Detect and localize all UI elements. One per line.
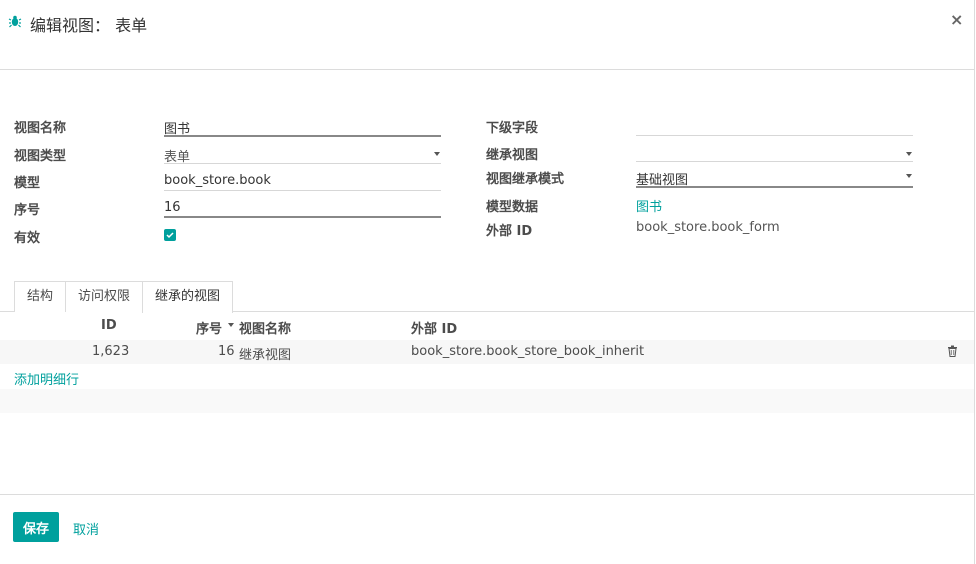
footer-rule (0, 494, 974, 495)
add-line-link[interactable]: 添加明细行 (14, 369, 79, 388)
sort-desc-icon (228, 323, 234, 327)
table-filler-row (0, 389, 974, 413)
col-header-external-id[interactable]: 外部 ID (411, 318, 457, 337)
caret-down-icon (906, 174, 912, 178)
tab-access-rights[interactable]: 访问权限 (65, 281, 143, 312)
scrollbar-edge (974, 0, 975, 564)
active-checkbox[interactable] (164, 229, 176, 241)
col-header-view-name[interactable]: 视图名称 (239, 318, 291, 337)
external-id-label: 外部 ID (486, 224, 533, 239)
dialog-title: 编辑视图： 表单 (30, 16, 148, 35)
sequence-input[interactable]: 16 (164, 200, 181, 215)
caret-down-icon (434, 152, 440, 156)
model-data-link[interactable]: 图书 (636, 196, 662, 215)
model-data-label: 模型数据 (486, 200, 539, 215)
cell-view-name: 继承视图 (239, 348, 292, 363)
view-type-underline (164, 163, 441, 164)
child-field-label: 下级字段 (486, 121, 539, 136)
sequence-label: 序号 (14, 203, 41, 218)
cell-id: 1,623 (92, 344, 130, 359)
col-header-id[interactable]: ID (101, 318, 117, 333)
bug-icon (8, 15, 22, 28)
child-field-underline (636, 135, 913, 136)
inherit-mode-underline (636, 186, 913, 188)
cell-sequence: 16 (218, 344, 235, 359)
cell-external-id: book_store.book_store_book_inherit (411, 344, 645, 359)
model-input[interactable]: book_store.book (164, 173, 271, 188)
model-underline (164, 190, 441, 191)
external-id-value: book_store.book_form (636, 220, 780, 235)
check-icon (166, 232, 174, 239)
model-label: 模型 (14, 176, 41, 191)
dialog-header: 编辑视图： 表单 × (0, 0, 974, 70)
caret-down-icon (906, 152, 912, 156)
tab-inherited-views[interactable]: 继承的视图 (142, 281, 233, 313)
col-header-sequence[interactable]: 序号 (196, 318, 222, 337)
view-name-label: 视图名称 (14, 121, 67, 136)
tab-structure[interactable]: 结构 (14, 281, 66, 312)
sequence-underline (164, 216, 441, 218)
active-label: 有效 (14, 231, 41, 246)
trash-icon[interactable] (947, 345, 958, 357)
view-type-label: 视图类型 (14, 149, 67, 164)
close-icon[interactable]: × (950, 10, 963, 29)
inherit-mode-label: 视图继承模式 (486, 172, 565, 187)
inherited-view-label: 继承视图 (486, 148, 539, 163)
view-name-underline (164, 135, 441, 137)
inherited-view-underline (636, 161, 913, 162)
save-button[interactable]: 保存 (13, 512, 59, 542)
cancel-button[interactable]: 取消 (73, 519, 99, 538)
